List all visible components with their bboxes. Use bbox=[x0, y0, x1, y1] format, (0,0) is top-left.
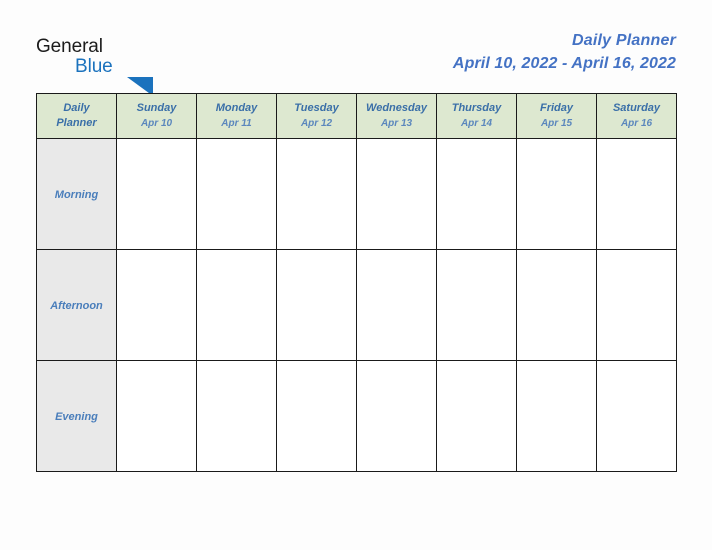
slot-text[interactable] bbox=[117, 361, 196, 375]
slot-afternoon-sunday[interactable] bbox=[116, 249, 197, 361]
slot-morning-wednesday[interactable] bbox=[356, 138, 437, 250]
date-range-label: April 10, 2022 - April 16, 2022 bbox=[452, 55, 676, 72]
day-date: Apr 13 bbox=[380, 118, 413, 129]
slot-text[interactable] bbox=[357, 361, 436, 375]
table-header-row: Daily Planner Sunday Apr 10 Monday Apr 1… bbox=[36, 93, 677, 139]
slot-text[interactable] bbox=[117, 250, 196, 264]
brand-logo: General Blue bbox=[36, 36, 236, 96]
column-header-tuesday: Tuesday Apr 12 bbox=[276, 93, 357, 139]
row-label-morning: Morning bbox=[36, 138, 117, 250]
page-title: Daily Planner bbox=[572, 32, 676, 49]
slot-text[interactable] bbox=[197, 361, 276, 375]
slot-afternoon-wednesday[interactable] bbox=[356, 249, 437, 361]
slot-morning-tuesday[interactable] bbox=[276, 138, 357, 250]
slot-text[interactable] bbox=[197, 139, 276, 153]
row-label-evening: Evening bbox=[36, 360, 117, 472]
day-date: Apr 12 bbox=[300, 118, 333, 129]
brand-name-general: General bbox=[36, 36, 103, 57]
slot-afternoon-tuesday[interactable] bbox=[276, 249, 357, 361]
row-label-text: Afternoon bbox=[50, 300, 103, 312]
slot-afternoon-thursday[interactable] bbox=[436, 249, 517, 361]
slot-text[interactable] bbox=[517, 250, 596, 264]
slot-morning-monday[interactable] bbox=[196, 138, 277, 250]
slot-afternoon-friday[interactable] bbox=[516, 249, 597, 361]
day-name: Sunday bbox=[136, 102, 177, 114]
slot-text[interactable] bbox=[597, 250, 676, 264]
day-date: Apr 14 bbox=[460, 118, 493, 129]
slot-text[interactable] bbox=[597, 361, 676, 375]
slot-evening-friday[interactable] bbox=[516, 360, 597, 472]
slot-text[interactable] bbox=[517, 361, 596, 375]
day-name: Wednesday bbox=[366, 102, 427, 114]
column-header-saturday: Saturday Apr 16 bbox=[596, 93, 677, 139]
slot-morning-friday[interactable] bbox=[516, 138, 597, 250]
slot-text[interactable] bbox=[357, 139, 436, 153]
slot-text[interactable] bbox=[277, 361, 356, 375]
day-name: Monday bbox=[215, 102, 258, 114]
table-row: Afternoon bbox=[36, 249, 677, 361]
brand-name-blue: Blue bbox=[75, 56, 113, 77]
row-label-text: Evening bbox=[55, 411, 98, 423]
row-label-text: Morning bbox=[54, 189, 99, 201]
day-name: Tuesday bbox=[294, 102, 339, 114]
day-date: Apr 16 bbox=[620, 118, 653, 129]
day-name: Thursday bbox=[451, 102, 502, 114]
table-row: Morning bbox=[36, 138, 677, 250]
slot-evening-wednesday[interactable] bbox=[356, 360, 437, 472]
slot-morning-thursday[interactable] bbox=[436, 138, 517, 250]
day-name: Friday bbox=[539, 102, 573, 114]
page-header: General Blue Daily Planner April 10, 202… bbox=[0, 0, 712, 96]
slot-morning-sunday[interactable] bbox=[116, 138, 197, 250]
slot-text[interactable] bbox=[437, 361, 516, 375]
slot-text[interactable] bbox=[277, 250, 356, 264]
table-corner-cell: Daily Planner bbox=[36, 93, 117, 139]
day-name: Saturday bbox=[612, 102, 661, 114]
slot-text[interactable] bbox=[117, 139, 196, 153]
column-header-wednesday: Wednesday Apr 13 bbox=[356, 93, 437, 139]
slot-text[interactable] bbox=[437, 139, 516, 153]
day-date: Apr 11 bbox=[221, 118, 252, 129]
slot-evening-monday[interactable] bbox=[196, 360, 277, 472]
slot-evening-sunday[interactable] bbox=[116, 360, 197, 472]
slot-text[interactable] bbox=[597, 139, 676, 153]
daily-planner-table: Daily Planner Sunday Apr 10 Monday Apr 1… bbox=[36, 93, 677, 472]
day-date: Apr 15 bbox=[540, 118, 573, 129]
slot-morning-saturday[interactable] bbox=[596, 138, 677, 250]
column-header-monday: Monday Apr 11 bbox=[196, 93, 277, 139]
slot-evening-tuesday[interactable] bbox=[276, 360, 357, 472]
corner-label-line1: Daily bbox=[63, 102, 90, 114]
slot-text[interactable] bbox=[357, 250, 436, 264]
slot-text[interactable] bbox=[437, 250, 516, 264]
corner-label-line2: Planner bbox=[56, 117, 97, 129]
title-block: Daily Planner April 10, 2022 - April 16,… bbox=[453, 30, 676, 74]
slot-text[interactable] bbox=[277, 139, 356, 153]
slot-evening-thursday[interactable] bbox=[436, 360, 517, 472]
day-date: Apr 10 bbox=[140, 118, 173, 129]
slot-afternoon-saturday[interactable] bbox=[596, 249, 677, 361]
column-header-thursday: Thursday Apr 14 bbox=[436, 93, 517, 139]
slot-text[interactable] bbox=[517, 139, 596, 153]
row-label-afternoon: Afternoon bbox=[36, 249, 117, 361]
table-row: Evening bbox=[36, 360, 677, 472]
column-header-friday: Friday Apr 15 bbox=[516, 93, 597, 139]
column-header-sunday: Sunday Apr 10 bbox=[116, 93, 197, 139]
slot-text[interactable] bbox=[197, 250, 276, 264]
slot-afternoon-monday[interactable] bbox=[196, 249, 277, 361]
slot-evening-saturday[interactable] bbox=[596, 360, 677, 472]
